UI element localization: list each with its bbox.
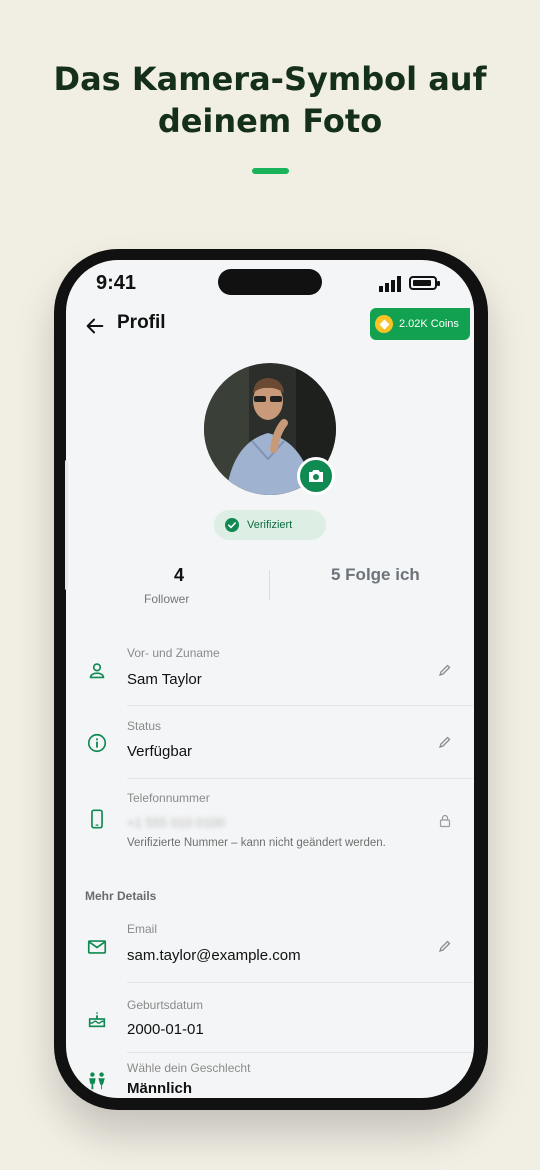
status-time: 9:41 <box>96 272 137 294</box>
divider <box>127 705 474 706</box>
divider <box>127 1052 474 1053</box>
phone-screen: 9:41 Profil 2.02K Coins Verifiziert 4 Fo… <box>66 260 474 1098</box>
section-title-more-details: Mehr Details <box>85 889 157 903</box>
change-photo-button[interactable] <box>297 457 335 495</box>
dynamic-island <box>218 269 322 295</box>
verified-label: Verifiziert <box>247 519 293 531</box>
coin-icon <box>375 315 393 333</box>
status-value: Verfügbar <box>127 743 193 760</box>
phone-label: Telefonnummer <box>127 791 210 805</box>
email-value: sam.taylor@example.com <box>127 947 301 964</box>
headline: Das Kamera-Symbol auf deinem Foto <box>0 58 540 142</box>
camera-icon <box>309 470 323 482</box>
gender-label: Wähle dein Geschlecht <box>127 1061 251 1075</box>
phone-frame: 9:41 Profil 2.02K Coins Verifiziert 4 Fo… <box>54 249 488 1110</box>
phone-hint: Verifizierte Nummer – kann nicht geänder… <box>127 837 386 849</box>
page-title: Profil <box>117 312 166 333</box>
edit-status-icon[interactable] <box>437 734 453 750</box>
edit-name-icon[interactable] <box>437 662 453 678</box>
person-icon <box>89 663 105 679</box>
check-circle-icon <box>225 518 239 532</box>
verified-badge: Verifiziert <box>214 510 326 540</box>
divider <box>127 982 474 983</box>
followers-label[interactable]: Follower <box>144 592 189 606</box>
phone-side-button <box>65 460 68 590</box>
name-value: Sam Taylor <box>127 671 202 688</box>
gender-icon <box>89 1072 105 1090</box>
back-arrow-icon[interactable] <box>84 315 106 337</box>
birthday-value: 2000-01-01 <box>127 1021 204 1038</box>
headline-line-1: Das Kamera-Symbol auf <box>53 60 487 98</box>
name-label: Vor- und Zuname <box>127 646 220 660</box>
headline-line-2: deinem Foto <box>157 102 383 140</box>
gender-value[interactable]: Männlich <box>127 1080 192 1097</box>
edit-email-icon[interactable] <box>437 938 453 954</box>
coins-label: 2.02K Coins <box>399 318 459 330</box>
coins-badge[interactable]: 2.02K Coins <box>370 308 470 340</box>
divider <box>127 778 474 779</box>
smartphone-icon <box>91 809 103 829</box>
cake-icon <box>88 1011 106 1028</box>
phone-value: +1 555 010 0100 <box>127 815 225 830</box>
battery-icon <box>409 276 440 290</box>
lock-icon <box>439 814 451 828</box>
following-button[interactable]: 5 Folge ich <box>331 565 420 585</box>
email-icon <box>87 940 107 954</box>
email-label: Email <box>127 922 158 936</box>
status-label: Status <box>127 719 162 733</box>
stats-divider <box>269 570 270 600</box>
signal-icon <box>379 276 401 292</box>
followers-count[interactable]: 4 <box>174 565 184 586</box>
info-icon <box>87 733 107 753</box>
headline-accent-bar <box>252 168 289 174</box>
birthday-label: Geburtsdatum <box>127 998 204 1012</box>
